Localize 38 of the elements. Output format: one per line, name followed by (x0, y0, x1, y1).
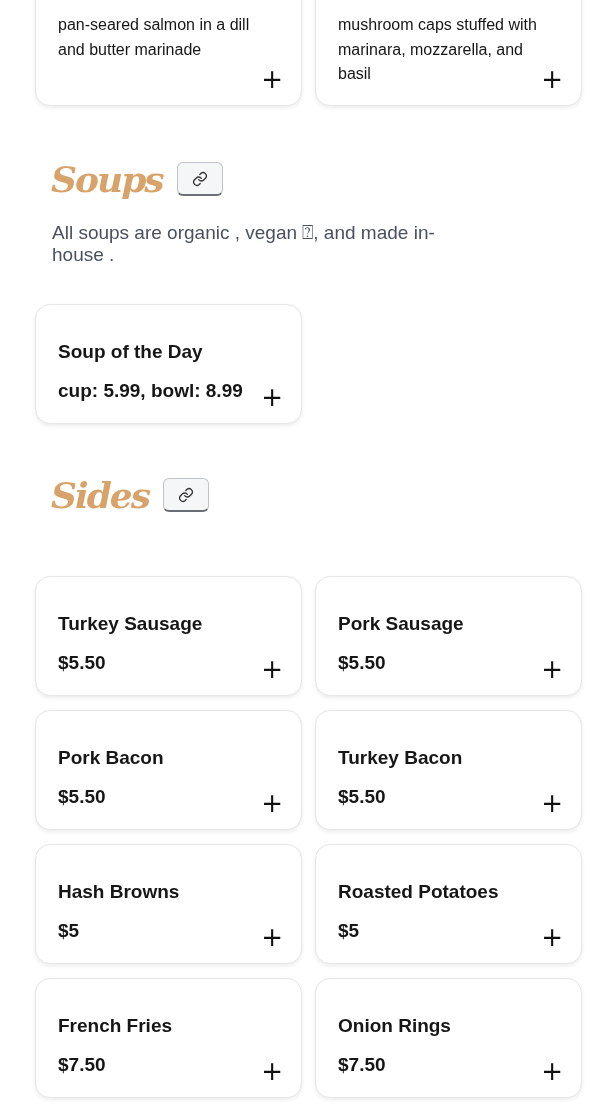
add-button[interactable]: + (537, 925, 567, 949)
add-button[interactable]: + (257, 791, 287, 815)
section-note: All soups are organic , vegan ⍰, and made in-house . (52, 222, 436, 266)
link-icon (178, 486, 195, 503)
item-name: Pork Bacon (58, 747, 164, 769)
item-price: $5 (58, 920, 80, 942)
add-button[interactable]: + (257, 925, 287, 949)
add-button[interactable]: + (257, 1059, 287, 1083)
item-name: Soup of the Day (58, 341, 203, 363)
add-button[interactable]: + (257, 385, 287, 409)
add-button[interactable]: + (537, 1059, 567, 1083)
add-button[interactable]: + (257, 657, 287, 681)
link-button[interactable] (176, 162, 223, 196)
item-price: $5.50 (338, 786, 386, 808)
item-name: Pork Sausage (338, 613, 464, 635)
link-button[interactable] (163, 478, 210, 512)
item-price: $5.50 (58, 652, 106, 674)
item-description: pan-seared salmon in a dill and butter marinade (58, 15, 251, 60)
item-name: Turkey Sausage (58, 613, 203, 635)
item-price: $7.50 (58, 1054, 106, 1076)
add-button[interactable]: + (257, 67, 287, 91)
item-price: $7.50 (338, 1054, 386, 1076)
item-price: cup: 5.99, bowl: 8.99 (58, 380, 243, 402)
add-button[interactable]: + (537, 791, 567, 815)
add-button[interactable]: + (537, 657, 567, 681)
item-price: $5.50 (58, 786, 106, 808)
item-name: Hash Browns (58, 881, 180, 903)
item-name: Turkey Bacon (338, 747, 463, 769)
item-description: mushroom caps stuffed with marinara, mozzarella, and basil (338, 15, 538, 84)
item-name: Roasted Potatoes (338, 881, 499, 903)
item-price: $5.50 (338, 652, 386, 674)
item-name: French Fries (58, 1015, 173, 1037)
section-title: Soups (51, 158, 163, 200)
item-name: Onion Rings (338, 1015, 451, 1037)
link-icon (191, 170, 208, 187)
add-button[interactable]: + (537, 67, 567, 91)
section-title: Sides (51, 474, 150, 516)
item-price: $5 (338, 920, 360, 942)
